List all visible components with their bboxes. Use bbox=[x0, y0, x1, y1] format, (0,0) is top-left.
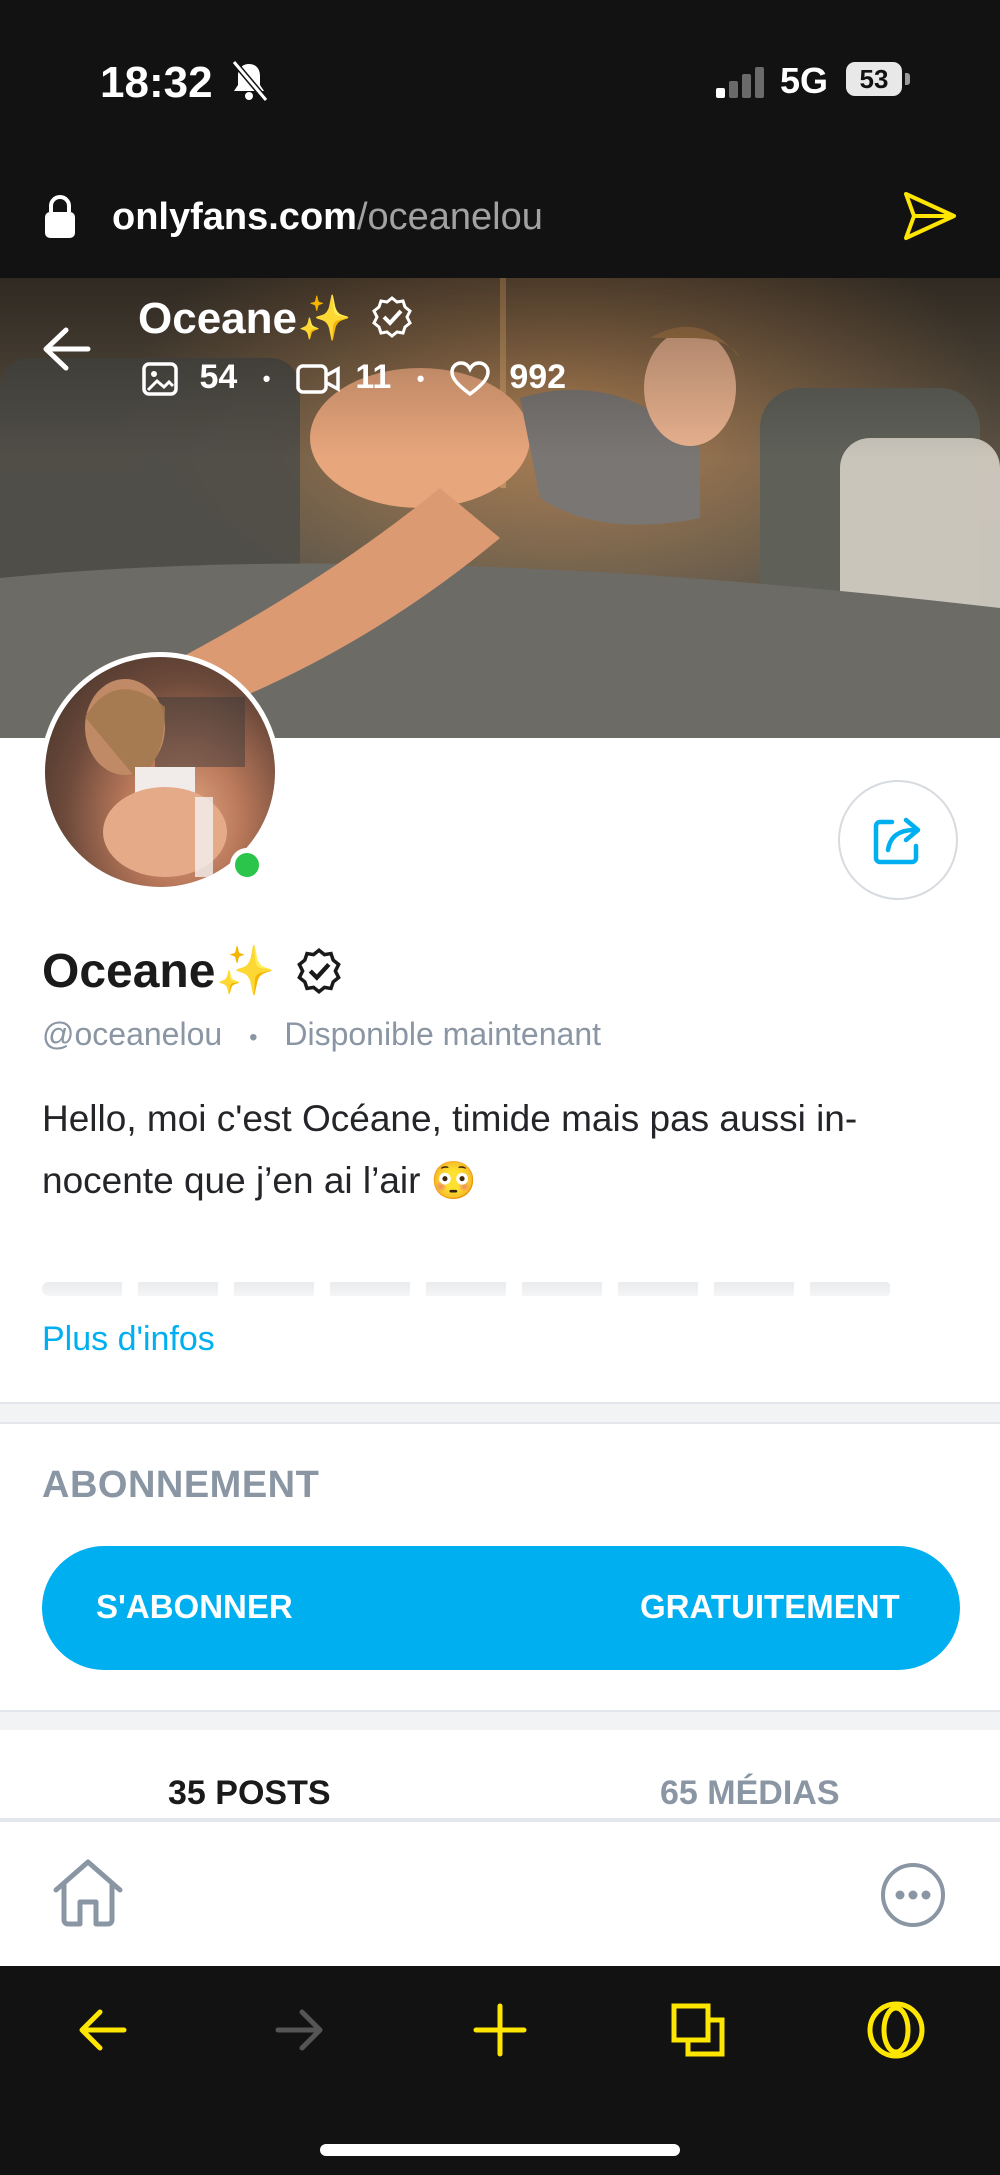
cover-name: Oceane✨ bbox=[138, 292, 414, 344]
home-indicator bbox=[320, 2144, 680, 2156]
profile-name: Oceane✨ bbox=[42, 942, 343, 999]
handle-separator: • bbox=[249, 1024, 258, 1051]
url-path: /oceanelou bbox=[356, 196, 543, 238]
video-icon bbox=[296, 364, 340, 394]
back-arrow-icon[interactable] bbox=[72, 2000, 132, 2060]
subscribe-button-label: S'ABONNER bbox=[96, 1588, 293, 1625]
back-icon[interactable] bbox=[42, 326, 92, 372]
battery-icon: 53 bbox=[846, 62, 902, 96]
online-status-indicator bbox=[230, 848, 264, 882]
send-icon[interactable] bbox=[902, 190, 958, 242]
home-icon[interactable] bbox=[50, 1856, 126, 1928]
more-info-link[interactable]: Plus d'infos bbox=[42, 1320, 215, 1359]
lock-icon bbox=[45, 195, 75, 238]
section-divider bbox=[0, 1402, 1000, 1424]
tab-media[interactable]: 65 MÉDIAS bbox=[660, 1774, 840, 1813]
photos-count: 54 bbox=[199, 358, 238, 396]
url-domain: onlyfans.com bbox=[112, 196, 357, 238]
availability-status: Disponible maintenant bbox=[284, 1016, 601, 1052]
subscription-title: ABONNEMENT bbox=[42, 1464, 320, 1506]
stats-separator: • bbox=[416, 366, 425, 392]
stats-separator: • bbox=[262, 366, 271, 392]
tabs-icon[interactable] bbox=[668, 2000, 728, 2060]
share-icon bbox=[873, 817, 921, 865]
more-icon[interactable] bbox=[880, 1862, 946, 1928]
signal-icon bbox=[716, 64, 764, 98]
share-button[interactable] bbox=[838, 780, 958, 900]
plus-icon[interactable] bbox=[470, 2000, 530, 2060]
forward-arrow-icon[interactable] bbox=[270, 2000, 330, 2060]
videos-count: 11 bbox=[355, 358, 392, 396]
tab-posts[interactable]: 35 POSTS bbox=[168, 1774, 331, 1813]
url-text[interactable]: onlyfans.com/oceanelou bbox=[112, 196, 543, 239]
app-bottom-nav bbox=[0, 1820, 1000, 1966]
bell-muted-icon bbox=[231, 60, 269, 102]
network-type: 5G bbox=[780, 60, 829, 101]
verified-icon bbox=[372, 296, 412, 338]
verified-icon bbox=[296, 948, 341, 994]
heart-icon bbox=[450, 361, 490, 397]
opera-icon[interactable] bbox=[866, 2000, 926, 2060]
cover-name-text: Oceane✨ bbox=[138, 294, 352, 343]
photo-icon bbox=[142, 362, 178, 396]
profile-bio: Hello, moi c'est Océane, timide mais pas… bbox=[42, 1098, 858, 1201]
profile-handle: @oceanelou bbox=[42, 1016, 223, 1052]
battery-tip bbox=[905, 73, 910, 85]
profile-name-text: Oceane✨ bbox=[42, 945, 276, 998]
subscribe-button-price: GRATUITEMENT bbox=[640, 1588, 900, 1625]
section-divider bbox=[0, 1710, 1000, 1730]
cover-stats: 54 • 11 • 992 bbox=[142, 358, 566, 397]
bio-fade-cover bbox=[0, 1270, 1000, 1310]
likes-count: 992 bbox=[509, 358, 567, 396]
profile-handle-line: @oceanelou • Disponible maintenant bbox=[42, 1016, 601, 1053]
status-time: 18:32 bbox=[100, 58, 213, 107]
